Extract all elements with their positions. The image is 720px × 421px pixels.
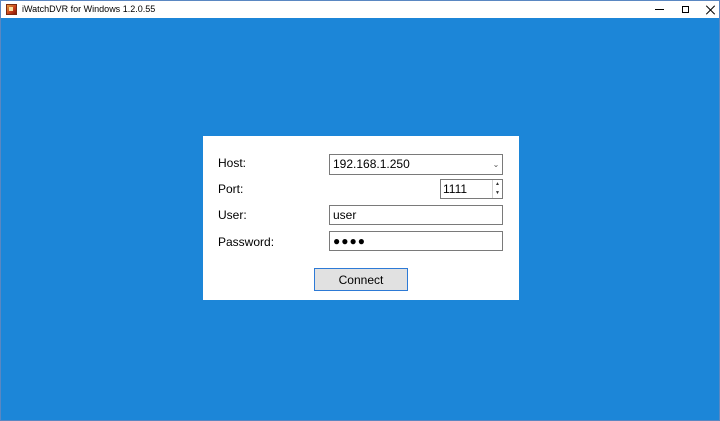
title-bar[interactable]: iWatchDVR for Windows 1.2.0.55: [1, 1, 719, 18]
user-input[interactable]: [329, 205, 503, 225]
port-value: 1111: [443, 182, 468, 196]
host-value: 192.168.1.250: [333, 157, 410, 171]
connect-button[interactable]: Connect: [314, 268, 408, 291]
minimize-icon: [654, 9, 664, 10]
host-label: Host:: [218, 156, 247, 170]
close-button[interactable]: [696, 1, 720, 18]
password-input[interactable]: ●●●●: [329, 231, 503, 251]
user-label: User:: [218, 208, 247, 222]
client-area: Host: 192.168.1.250 ⌄ Port: 1111 ▲ ▼ Use…: [1, 18, 719, 420]
password-value: ●●●●: [333, 234, 366, 248]
close-icon: [706, 5, 716, 15]
spin-arrows: ▲ ▼: [492, 180, 502, 198]
port-stepper[interactable]: 1111 ▲ ▼: [440, 179, 503, 199]
password-label: Password:: [218, 235, 275, 249]
app-icon: [6, 4, 17, 15]
spin-up-icon[interactable]: ▲: [493, 180, 502, 189]
login-panel: Host: 192.168.1.250 ⌄ Port: 1111 ▲ ▼ Use…: [203, 136, 519, 300]
app-window: iWatchDVR for Windows 1.2.0.55 Host: 192…: [0, 0, 720, 421]
window-title: iWatchDVR for Windows 1.2.0.55: [22, 4, 156, 14]
spin-down-icon[interactable]: ▼: [493, 189, 502, 198]
port-label: Port:: [218, 182, 244, 196]
host-combobox[interactable]: 192.168.1.250 ⌄: [329, 154, 503, 175]
maximize-icon: [681, 6, 689, 13]
chevron-down-icon[interactable]: ⌄: [490, 155, 502, 174]
